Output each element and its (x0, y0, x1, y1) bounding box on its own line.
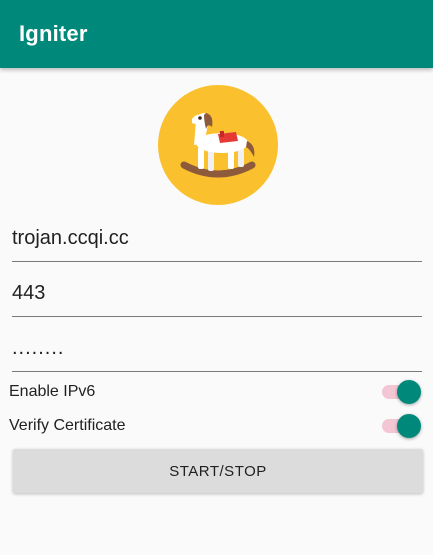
host-underline (12, 261, 422, 262)
verify-certificate-switch-thumb[interactable] (397, 414, 421, 438)
port-underline (12, 316, 422, 317)
host-input[interactable] (12, 218, 422, 258)
verify-certificate-label: Verify Certificate (9, 417, 126, 434)
ipv6-label: Enable IPv6 (9, 383, 96, 400)
rocking-horse-icon (158, 85, 278, 205)
ipv6-switch-thumb[interactable] (397, 380, 421, 404)
port-input[interactable] (12, 273, 422, 313)
app-title: Igniter (19, 21, 88, 46)
verify-certificate-switch[interactable] (382, 413, 422, 439)
start-stop-button[interactable]: START/STOP (13, 449, 423, 493)
host-field[interactable] (12, 218, 422, 262)
password-field[interactable] (12, 328, 422, 372)
password-input[interactable] (12, 328, 422, 368)
verify-certificate-row: Verify Certificate (9, 410, 424, 442)
ipv6-row: Enable IPv6 (9, 376, 424, 408)
app-bar: Igniter (0, 0, 433, 68)
password-underline (12, 371, 422, 372)
port-field[interactable] (12, 273, 422, 317)
ipv6-switch[interactable] (382, 379, 422, 405)
